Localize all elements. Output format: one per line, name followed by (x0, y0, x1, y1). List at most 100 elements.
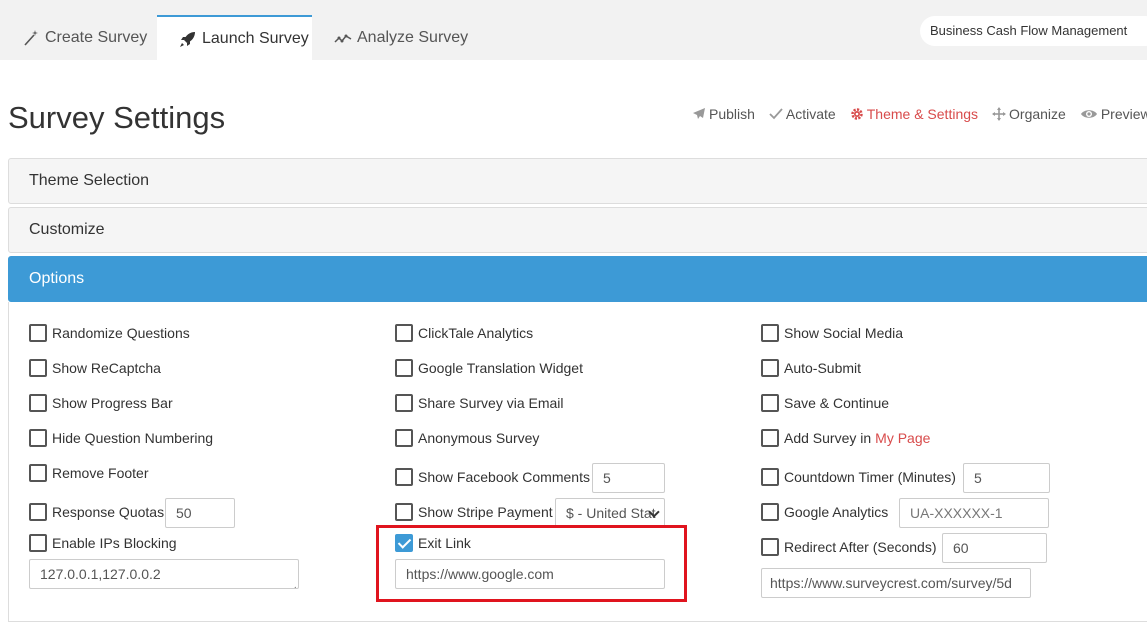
add-survey-my-page-checkbox[interactable] (761, 429, 779, 447)
enable-ips-blocking-checkbox[interactable] (29, 534, 47, 552)
paper-plane-icon (692, 107, 706, 121)
step-label: Theme & Settings (866, 106, 979, 122)
option-label: ClickTale Analytics (418, 325, 534, 341)
option-label: Show Progress Bar (52, 395, 173, 411)
randomize-questions-checkbox[interactable] (29, 324, 47, 342)
tab-launch-survey[interactable]: Launch Survey (157, 15, 312, 60)
option-label: Save & Continue (784, 395, 890, 411)
option-label: Remove Footer (52, 465, 149, 481)
step-organize[interactable]: Organize (992, 106, 1066, 122)
option-enable-ips-blocking: Enable IPs Blocking (29, 534, 177, 552)
countdown-timer-checkbox[interactable] (761, 468, 779, 486)
facebook-comments-input[interactable]: 5 (592, 463, 665, 493)
redirect-url-input[interactable]: https://www.surveycrest.com/survey/5d (761, 568, 1031, 598)
option-label: Show Social Media (784, 325, 904, 341)
panel-options[interactable]: Options (8, 256, 1147, 302)
option-countdown-timer: Countdown Timer (Minutes) (761, 468, 956, 486)
option-save-continue: Save & Continue (761, 394, 889, 412)
my-page-link[interactable]: My Page (875, 430, 930, 446)
option-response-quotas: Response Quotas (29, 503, 164, 521)
show-recaptcha-checkbox[interactable] (29, 359, 47, 377)
google-analytics-checkbox[interactable] (761, 503, 779, 521)
response-quotas-checkbox[interactable] (29, 503, 47, 521)
stripe-currency-select[interactable]: $ - United Stat (555, 498, 665, 528)
show-facebook-comments-checkbox[interactable] (395, 468, 413, 486)
redirect-seconds-input[interactable]: 60 (942, 533, 1047, 563)
option-add-survey-my-page: Add Survey in My Page (761, 429, 930, 447)
option-label: Google Translation Widget (418, 360, 583, 376)
show-social-media-checkbox[interactable] (761, 324, 779, 342)
settings-steps-nav: Publish Activate Theme & Settings Organi… (692, 106, 1147, 122)
option-label: Response Quotas (52, 504, 165, 520)
step-label: Preview (1100, 106, 1147, 122)
google-analytics-input[interactable]: UA-XXXXXX-1 (899, 498, 1049, 528)
option-show-stripe-payment: Show Stripe Payment (395, 503, 553, 521)
ip-list-value: 127.0.0.1,127.0.0.2 (40, 566, 161, 582)
option-label: Countdown Timer (Minutes) (784, 469, 956, 485)
eye-icon (1080, 107, 1098, 121)
step-activate[interactable]: Activate (769, 106, 836, 122)
gear-icon (850, 107, 864, 121)
option-label: Google Analytics (784, 504, 889, 520)
response-quotas-input[interactable]: 50 (165, 498, 235, 528)
option-hide-question-numbering: Hide Question Numbering (29, 429, 213, 447)
tab-label: Create Survey (45, 28, 148, 46)
exit-link-highlight-box (376, 525, 687, 602)
option-label: Add Survey in (784, 430, 872, 446)
option-anonymous-survey: Anonymous Survey (395, 429, 539, 447)
option-show-facebook-comments: Show Facebook Comments (395, 468, 590, 486)
option-label: Show Facebook Comments (418, 469, 590, 485)
redirect-after-checkbox[interactable] (761, 538, 779, 556)
tab-label: Analyze Survey (357, 28, 469, 46)
share-survey-email-checkbox[interactable] (395, 394, 413, 412)
panel-customize[interactable]: Customize (8, 207, 1147, 253)
option-label: Auto-Submit (784, 360, 862, 376)
show-stripe-payment-checkbox[interactable] (395, 503, 413, 521)
rocket-icon (179, 30, 197, 48)
option-label: Anonymous Survey (418, 430, 540, 446)
panel-theme-selection[interactable]: Theme Selection (8, 158, 1147, 204)
option-label: Share Survey via Email (418, 395, 564, 411)
option-show-recaptcha: Show ReCaptcha (29, 359, 161, 377)
step-theme-settings[interactable]: Theme & Settings (850, 106, 978, 122)
option-show-social-media: Show Social Media (761, 324, 903, 342)
google-translation-widget-checkbox[interactable] (395, 359, 413, 377)
option-auto-submit: Auto-Submit (761, 359, 861, 377)
option-google-analytics: Google Analytics (761, 503, 888, 521)
option-label: Hide Question Numbering (52, 430, 214, 446)
option-share-survey-email: Share Survey via Email (395, 394, 564, 412)
remove-footer-checkbox[interactable] (29, 464, 47, 482)
option-show-progress-bar: Show Progress Bar (29, 394, 173, 412)
auto-submit-checkbox[interactable] (761, 359, 779, 377)
step-preview[interactable]: Preview (1080, 106, 1147, 122)
countdown-timer-input[interactable]: 5 (963, 463, 1050, 493)
line-chart-icon (334, 29, 352, 47)
tab-analyze-survey[interactable]: Analyze Survey (312, 15, 482, 60)
textarea-resize-handle[interactable] (286, 576, 297, 588)
show-progress-bar-checkbox[interactable] (29, 394, 47, 412)
ip-list-textarea[interactable]: 127.0.0.1,127.0.0.2 (29, 559, 299, 589)
option-remove-footer: Remove Footer (29, 464, 148, 482)
page-title: Survey Settings (8, 100, 226, 135)
hide-question-numbering-checkbox[interactable] (29, 429, 47, 447)
check-icon (769, 107, 783, 121)
tab-create-survey[interactable]: Create Survey (0, 15, 161, 60)
option-clicktale-analytics: ClickTale Analytics (395, 324, 533, 342)
survey-name-badge[interactable]: Business Cash Flow Management (920, 16, 1147, 46)
option-label: Show ReCaptcha (52, 360, 161, 376)
option-label: Show Stripe Payment (418, 504, 553, 520)
anonymous-survey-checkbox[interactable] (395, 429, 413, 447)
option-label: Redirect After (Seconds) (784, 539, 937, 555)
option-randomize-questions: Randomize Questions (29, 324, 190, 342)
stripe-currency-value: $ - United Stat (566, 505, 656, 521)
magic-wand-icon (22, 29, 40, 47)
option-label: Enable IPs Blocking (52, 535, 177, 551)
top-tab-bar: Create Survey Launch Survey Analyze Surv… (0, 0, 1147, 60)
move-icon (992, 107, 1007, 121)
clicktale-analytics-checkbox[interactable] (395, 324, 413, 342)
step-publish[interactable]: Publish (692, 106, 755, 122)
tab-label: Launch Survey (202, 29, 309, 47)
save-continue-checkbox[interactable] (761, 394, 779, 412)
option-label: Randomize Questions (52, 325, 190, 341)
step-label: Organize (1009, 106, 1066, 122)
